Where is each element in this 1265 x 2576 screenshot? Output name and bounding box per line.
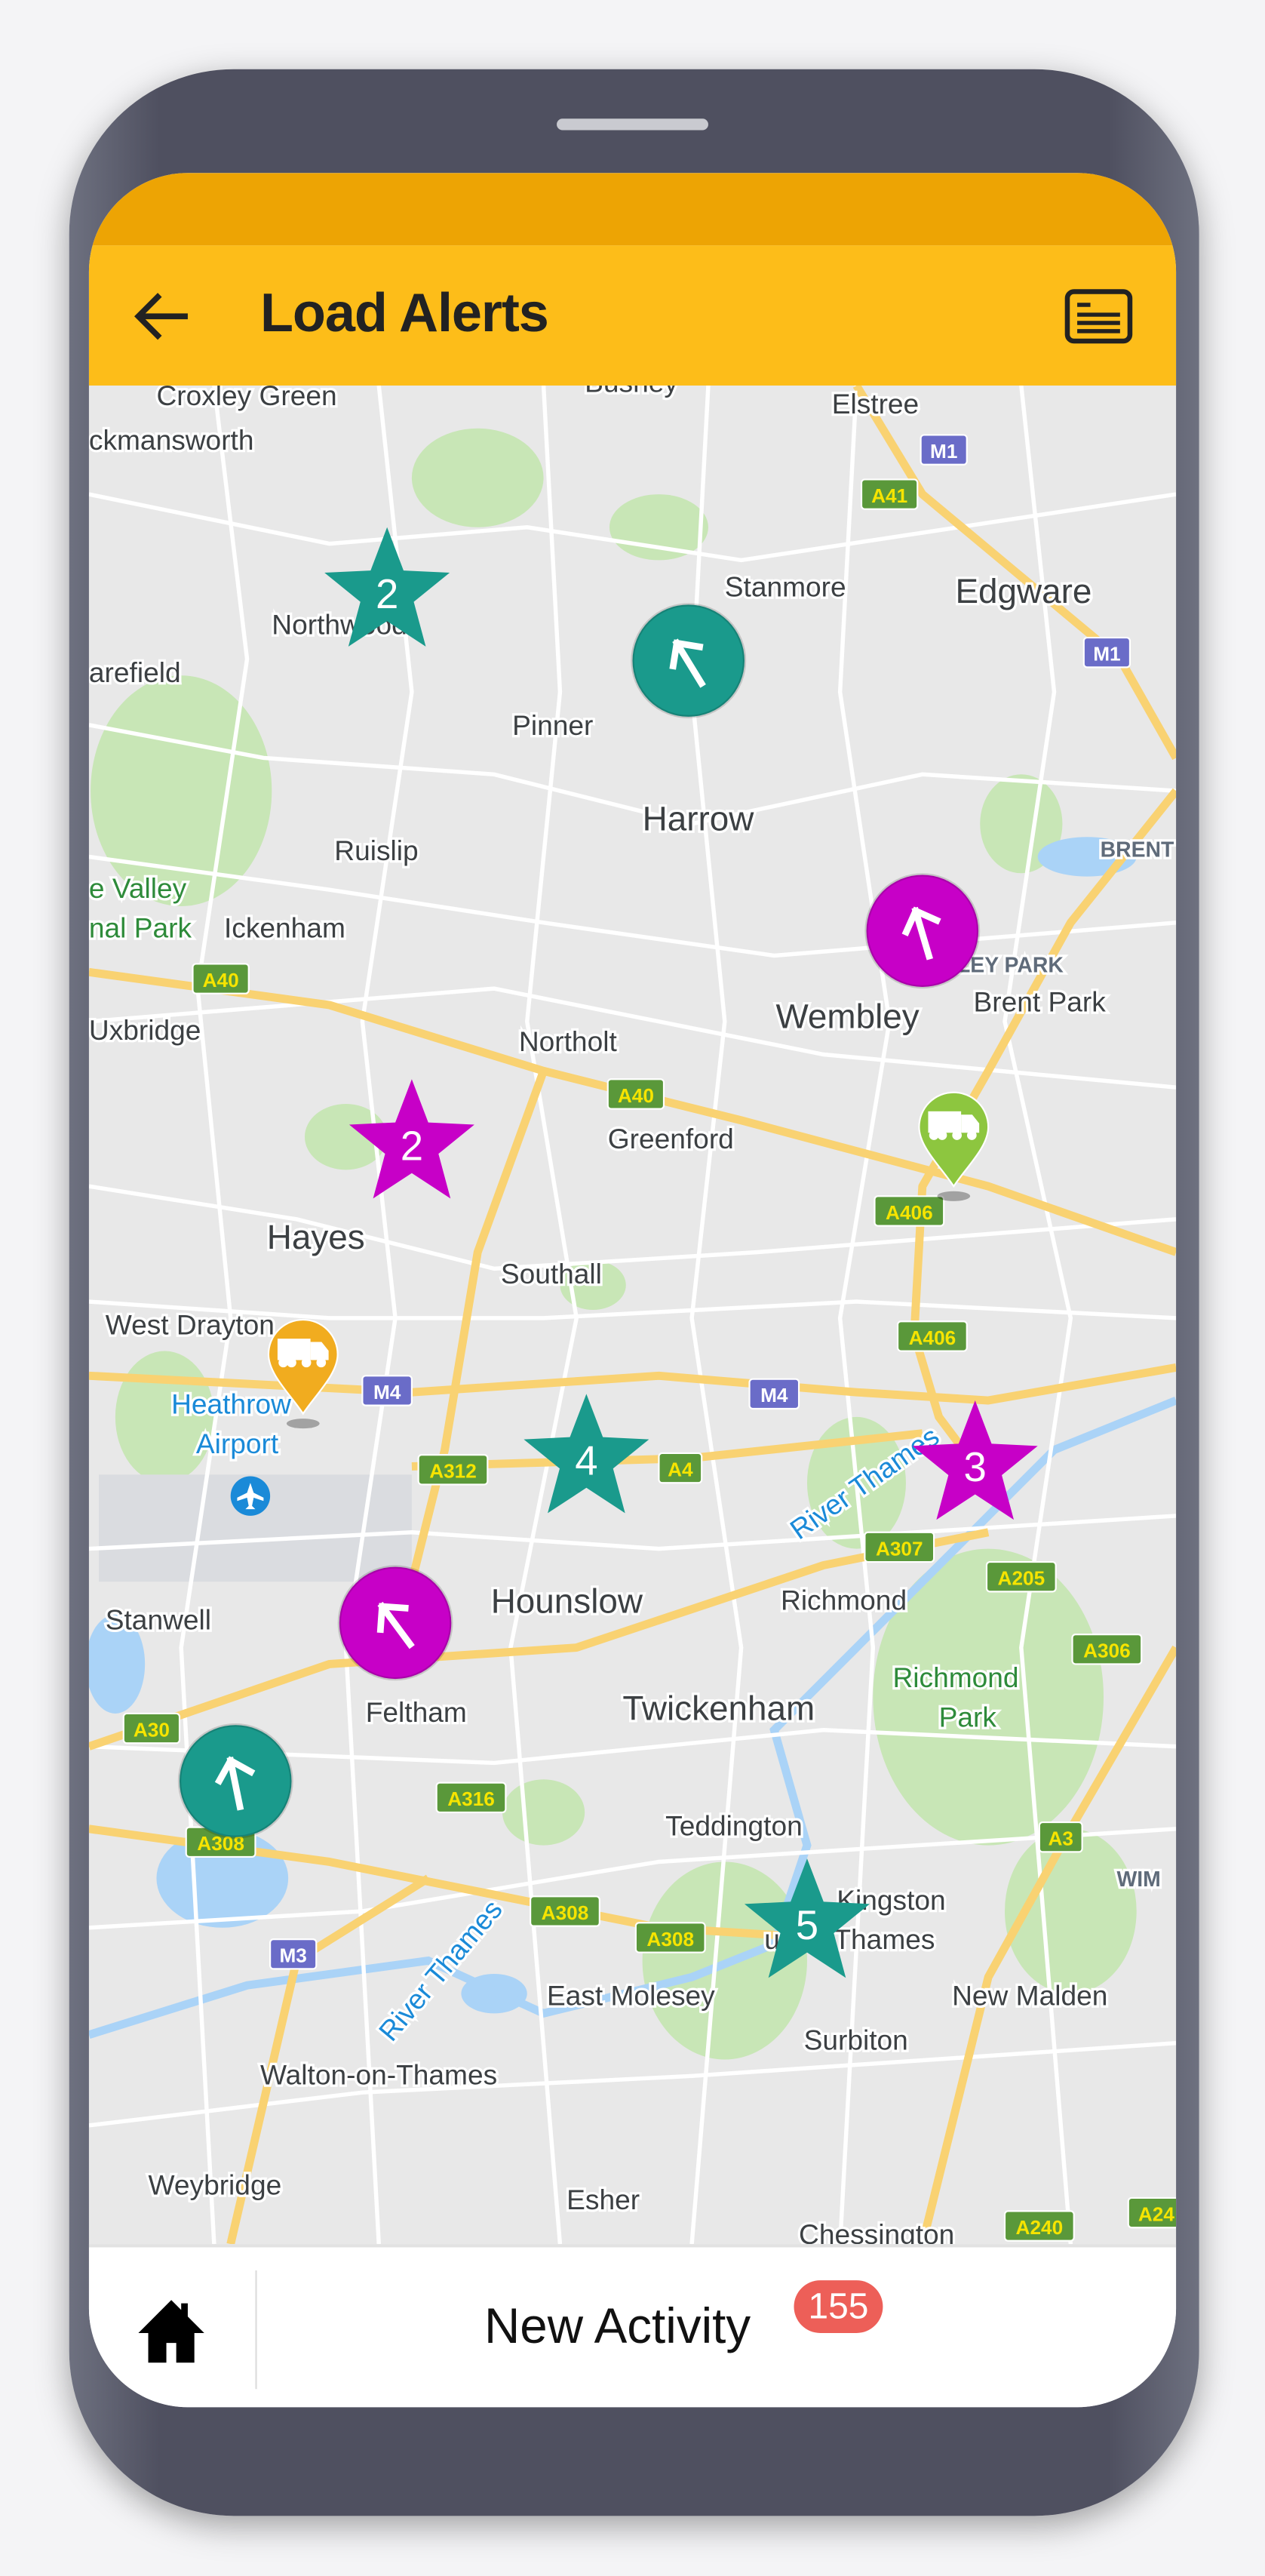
toolbar: Load Alerts <box>88 245 1177 386</box>
place-label: WIM <box>1116 1867 1160 1892</box>
place-label: BRENT <box>1101 838 1174 862</box>
place-label: West Drayton <box>106 1309 275 1341</box>
list-icon[interactable] <box>1064 288 1134 344</box>
svg-text:A41: A41 <box>871 484 907 507</box>
svg-text:A40: A40 <box>203 969 239 991</box>
new-activity-button[interactable]: New Activity <box>484 2300 751 2356</box>
map-view[interactable]: Croxley Green Bushey Elstree ckmansworth… <box>88 385 1177 2245</box>
status-bar <box>88 173 1177 246</box>
arrow-left-icon[interactable] <box>132 288 192 344</box>
svg-text:A312: A312 <box>429 1460 477 1483</box>
place-label: Airport <box>196 1428 279 1459</box>
divider <box>255 2270 257 2390</box>
svg-text:A316: A316 <box>447 1788 495 1810</box>
svg-text:A240: A240 <box>1016 2216 1064 2239</box>
place-label: Heathrow <box>171 1388 291 1420</box>
place-label: Teddington <box>665 1810 803 1842</box>
svg-text:A306: A306 <box>1083 1640 1131 1662</box>
place-label: Richmond <box>893 1661 1019 1693</box>
place-label: Walton-on-Thames <box>260 2058 497 2090</box>
svg-text:M3: M3 <box>279 1944 306 1967</box>
svg-text:A406: A406 <box>886 1201 933 1224</box>
magenta-direction-marker[interactable] <box>337 1565 453 1681</box>
svg-text:A308: A308 <box>646 1928 694 1950</box>
svg-text:3: 3 <box>964 1444 987 1490</box>
place-label: Park <box>939 1701 997 1732</box>
place-label: ckmansworth <box>89 424 254 456</box>
teal-direction-marker[interactable] <box>177 1723 293 1839</box>
place-label: Bushey <box>585 386 678 398</box>
place-label: e Valley <box>89 872 187 904</box>
place-label: Northolt <box>519 1025 618 1057</box>
place-label: Wembley <box>775 997 919 1036</box>
place-label: Hounslow <box>491 1582 643 1621</box>
place-label: Ickenham <box>224 911 345 943</box>
svg-text:A4: A4 <box>668 1459 693 1481</box>
svg-text:A307: A307 <box>876 1537 923 1560</box>
teal-direction-marker[interactable] <box>631 603 747 719</box>
place-label: Stanmore <box>725 570 846 602</box>
home-icon[interactable] <box>135 2297 207 2366</box>
place-label: New Malden <box>952 1979 1107 2011</box>
place-label: Esher <box>566 2184 640 2215</box>
place-label: Weybridge <box>149 2169 282 2201</box>
svg-text:A308: A308 <box>542 1901 589 1924</box>
bottom-bar: New Activity 155 <box>88 2244 1177 2408</box>
svg-text:M4: M4 <box>760 1384 788 1406</box>
svg-text:A30: A30 <box>134 1719 170 1741</box>
place-label: Brent Park <box>974 986 1107 1018</box>
place-label: Edgware <box>955 571 1092 610</box>
place-label: Uxbridge <box>89 1014 201 1046</box>
svg-text:4: 4 <box>575 1437 597 1483</box>
place-label: Feltham <box>366 1696 467 1728</box>
page-title: Load Alerts <box>260 281 549 343</box>
magenta-direction-marker[interactable] <box>864 873 981 989</box>
svg-text:M1: M1 <box>1093 643 1120 666</box>
place-label: Chessington <box>799 2218 954 2244</box>
place-label: Twickenham <box>622 1689 815 1728</box>
svg-text:A205: A205 <box>998 1567 1045 1590</box>
activity-count-badge: 155 <box>794 2280 883 2333</box>
svg-text:A40: A40 <box>618 1084 654 1107</box>
svg-text:2: 2 <box>376 571 398 617</box>
place-label: arefield <box>89 656 181 688</box>
svg-text:M1: M1 <box>930 440 957 463</box>
place-label: Richmond <box>781 1584 907 1615</box>
app-screen: Load Alerts Croxley Green Elstree ckmans… <box>88 173 1177 2408</box>
place-label: Southall <box>501 1258 602 1290</box>
phone-speaker <box>557 118 708 131</box>
svg-text:2: 2 <box>401 1123 423 1169</box>
svg-text:A406: A406 <box>909 1326 956 1349</box>
svg-text:A24: A24 <box>1138 2203 1174 2225</box>
place-label: Elstree <box>832 388 920 420</box>
place-label: nal Park <box>89 911 192 943</box>
place-label: Greenford <box>608 1123 734 1154</box>
airport-icon <box>230 1476 271 1516</box>
svg-text:M4: M4 <box>373 1381 401 1403</box>
place-label: Surbiton <box>804 2024 908 2055</box>
place-label: Ruislip <box>334 835 418 866</box>
place-label: Harrow <box>643 799 755 838</box>
svg-text:5: 5 <box>796 1902 818 1948</box>
place-label: Pinner <box>512 709 593 741</box>
place-label: Croxley Green <box>156 386 336 411</box>
place-label: Stanwell <box>106 1604 211 1636</box>
svg-text:A3: A3 <box>1048 1827 1073 1850</box>
place-label: East Molesey <box>547 1979 715 2011</box>
place-label: Hayes <box>267 1217 365 1256</box>
